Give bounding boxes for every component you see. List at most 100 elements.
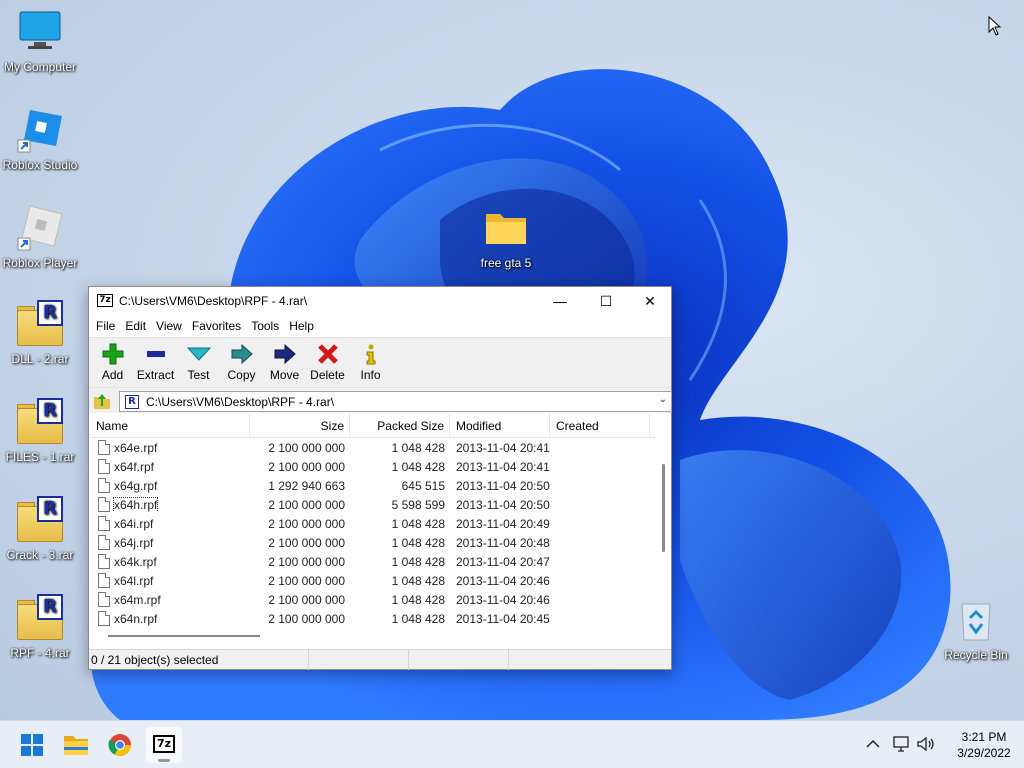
file-row[interactable]: x64n.rpf 2 100 000 000 1 048 428 2013-11-04… [90,609,656,628]
file-icon [98,592,110,607]
move-button[interactable]: Move [263,338,306,387]
file-icon [98,478,110,493]
column-header-modified[interactable]: Modified [450,414,550,438]
file-row[interactable]: x64h.rpf 2 100 000 000 5 598 599 2013-11-04… [90,495,656,514]
desktop-icon-label: Recycle Bin [944,648,1008,662]
copy-button[interactable]: Copy [220,338,263,387]
column-header-packed-size[interactable]: Packed Size [350,414,450,438]
desktop-icon-roblox-studio[interactable]: Roblox Studio [0,106,80,172]
file-explorer-button[interactable] [58,727,94,763]
desktop-icon-free-gta-5[interactable]: free gta 5 [466,204,546,270]
address-bar: R C:\Users\VM6\Desktop\RPF - 4.rar\ ⌄ [89,387,672,413]
file-modified: 2013-11-04 20:41 [456,440,550,455]
file-row[interactable]: x64k.rpf 2 100 000 000 1 048 428 2013-11-04… [90,552,656,571]
file-icon [98,497,110,512]
desktop-icon-my-computer[interactable]: My Computer [0,8,80,74]
file-size: 1 292 940 663 [268,478,345,493]
menu-edit[interactable]: Edit [120,319,151,333]
title-bar[interactable]: 7z C:\Users\VM6\Desktop\RPF - 4.rar\ — ☐… [89,287,671,315]
file-size: 2 100 000 000 [268,497,345,512]
file-name: x64f.rpf [114,459,155,474]
path-text: C:\Users\VM6\Desktop\RPF - 4.rar\ [146,395,335,409]
menu-file[interactable]: File [91,319,120,333]
file-rows: x64e.rpf 2 100 000 000 1 048 428 2013-11-04… [90,438,656,628]
menu-view[interactable]: View [151,319,187,333]
file-row[interactable]: x64l.rpf 2 100 000 000 1 048 428 2013-11-04… [90,571,656,590]
rar-archive-icon: R [16,594,64,642]
file-modified: 2013-11-04 20:46 [456,573,550,588]
file-row[interactable]: x64j.rpf 2 100 000 000 1 048 428 2013-11-04… [90,533,656,552]
file-row[interactable]: x64f.rpf 2 100 000 000 1 048 428 2013-11-04… [90,457,656,476]
menu-help[interactable]: Help [284,319,319,333]
desktop-icon-files-rar[interactable]: R FILES - 1.rar [0,398,80,464]
move-label: Move [269,368,300,382]
file-packed-size: 1 048 428 [391,440,445,455]
menu-favorites[interactable]: Favorites [187,319,246,333]
delete-label: Delete [310,368,345,382]
file-row[interactable]: x64m.rpf 2 100 000 000 1 048 428 2013-11-04… [90,590,656,609]
file-name-cell: x64g.rpf [90,478,250,493]
close-button[interactable]: ✕ [627,287,673,315]
file-name: x64i.rpf [114,516,154,531]
7zip-taskbar-button[interactable]: 7z [146,727,182,763]
network-icon[interactable] [892,735,912,756]
desktop-icon-label: My Computer [3,60,77,74]
add-button[interactable]: Add [91,338,134,387]
file-name: x64k.rpf [114,554,157,569]
desktop-icon-roblox-player[interactable]: Roblox Player [0,204,80,270]
path-combobox[interactable]: R C:\Users\VM6\Desktop\RPF - 4.rar\ ⌄ [119,391,672,412]
column-header-created[interactable]: Created [550,414,650,438]
file-packed-size: 1 048 428 [391,554,445,569]
chevron-down-icon[interactable]: ⌄ [659,394,667,405]
menu-tools[interactable]: Tools [246,319,284,333]
vertical-scrollbar[interactable] [656,414,671,629]
file-packed-size: 645 515 [401,478,445,493]
file-icon [98,440,110,455]
minimize-button[interactable]: — [537,287,583,315]
clock-date: 3/29/2022 [957,746,1011,760]
status-segment [409,650,509,670]
test-label: Test [187,368,210,382]
file-row[interactable]: x64g.rpf 1 292 940 663 645 515 2013-11-04 2… [90,476,656,495]
desktop-icon-recycle-bin[interactable]: Recycle Bin [936,596,1016,662]
scrollbar-thumb[interactable] [108,635,260,637]
file-size: 2 100 000 000 [268,592,345,607]
rar-archive-icon: R [16,398,64,446]
desktop-icon-label: Crack - 3.rar [6,548,74,562]
file-name-cell: x64h.rpf [90,497,250,512]
file-list[interactable]: Name Size Packed Size Modified Created x… [90,414,656,629]
delete-button[interactable]: Delete [306,338,349,387]
volume-icon[interactable] [916,735,936,756]
column-header-name[interactable]: Name [90,414,250,438]
start-button[interactable] [14,727,50,763]
system-clock[interactable]: 3:21 PM 3/29/2022 [944,729,1024,761]
maximize-button[interactable]: ☐ [583,287,629,315]
status-selection: 0 / 21 object(s) selected [89,650,309,670]
file-modified: 2013-11-04 20:50 [456,478,550,493]
desktop-icon-crack-rar[interactable]: R Crack - 3.rar [0,496,80,562]
file-icon [98,535,110,550]
chrome-button[interactable] [102,727,138,763]
chevron-up-icon[interactable] [864,735,882,756]
column-header-size[interactable]: Size [250,414,350,438]
up-folder-button[interactable] [91,391,113,411]
file-explorer-icon [64,736,88,755]
up-arrow-folder-icon [94,394,110,409]
info-button[interactable]: Info [349,338,392,387]
file-size: 2 100 000 000 [268,535,345,550]
file-row[interactable]: x64i.rpf 2 100 000 000 1 048 428 2013-11-04… [90,514,656,533]
desktop-icon-dll-rar[interactable]: R DLL - 2.rar [0,300,80,366]
file-name-cell: x64m.rpf [90,592,250,607]
status-segment [509,650,669,670]
scrollbar-thumb[interactable] [662,464,665,552]
test-button[interactable]: Test [177,338,220,387]
status-segment [309,650,409,670]
desktop-icon-label: FILES - 1.rar [5,450,75,464]
file-modified: 2013-11-04 20:46 [456,592,550,607]
desktop-icon-rpf-rar[interactable]: R RPF - 4.rar [0,594,80,660]
file-modified: 2013-11-04 20:48 [456,535,550,550]
extract-button[interactable]: Extract [134,338,177,387]
file-packed-size: 5 598 599 [391,497,445,512]
horizontal-scrollbar[interactable] [90,629,656,641]
file-row[interactable]: x64e.rpf 2 100 000 000 1 048 428 2013-11-04… [90,438,656,457]
